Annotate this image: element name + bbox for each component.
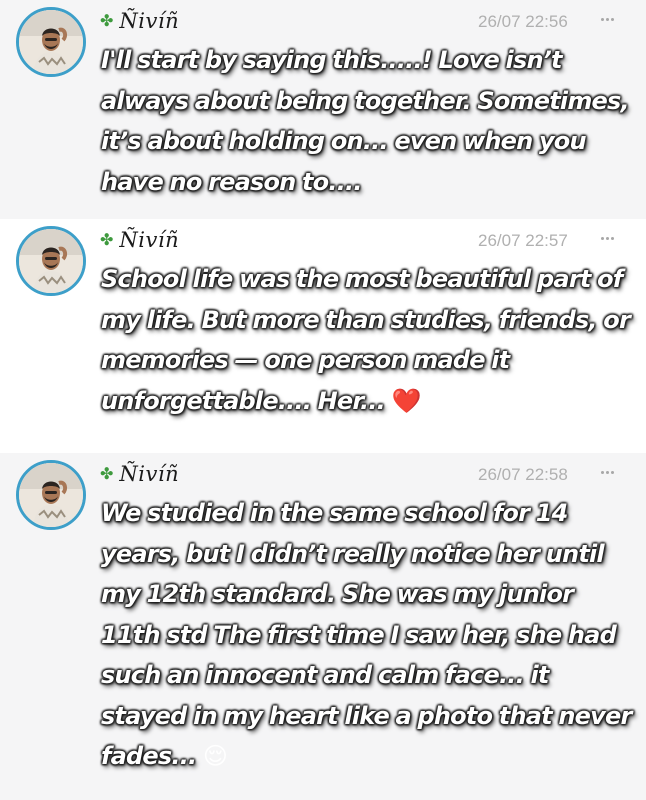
message-text: School life was the most beautiful part … [101,259,636,421]
author-header: ✤ Ñivíñ [100,228,179,252]
message-post[interactable]: ✤ Ñivíñ 26/07 22:56 I'll start by saying… [0,0,646,219]
four-leaf-clover-icon: ✤ [100,230,114,249]
message-post[interactable]: ✤ Ñivíñ 26/07 22:58 We studied in the sa… [0,453,646,800]
more-options-icon[interactable] [596,9,618,29]
message-text: We studied in the same school for 14 yea… [101,493,636,777]
relieved-face-emoji: 😌 [202,742,228,770]
heart-emoji: ❤️ [391,386,422,415]
four-leaf-clover-icon: ✤ [100,464,114,483]
message-feed: ✤ Ñivíñ 26/07 22:56 I'll start by saying… [0,0,646,800]
author-header: ✤ Ñivíñ [100,462,179,486]
author-name[interactable]: Ñivíñ [119,462,179,486]
avatar[interactable] [16,460,86,530]
message-text: I'll start by saying this.....! Love isn… [101,40,636,202]
author-name[interactable]: Ñivíñ [119,228,179,252]
four-leaf-clover-icon: ✤ [100,11,114,30]
avatar[interactable] [16,226,86,296]
timestamp: 26/07 22:58 [478,465,568,484]
timestamp: 26/07 22:56 [478,12,568,31]
message-body: I'll start by saying this.....! Love isn… [101,46,630,196]
message-body: We studied in the same school for 14 yea… [101,499,632,770]
message-body: School life was the most beautiful part … [101,265,631,415]
message-post[interactable]: ✤ Ñivíñ 26/07 22:57 School life was the … [0,219,646,453]
author-name[interactable]: Ñivíñ [119,9,179,33]
more-options-icon[interactable] [596,462,618,482]
avatar[interactable] [16,7,86,77]
author-header: ✤ Ñivíñ [100,9,179,33]
timestamp: 26/07 22:57 [478,231,568,250]
more-options-icon[interactable] [596,228,618,248]
